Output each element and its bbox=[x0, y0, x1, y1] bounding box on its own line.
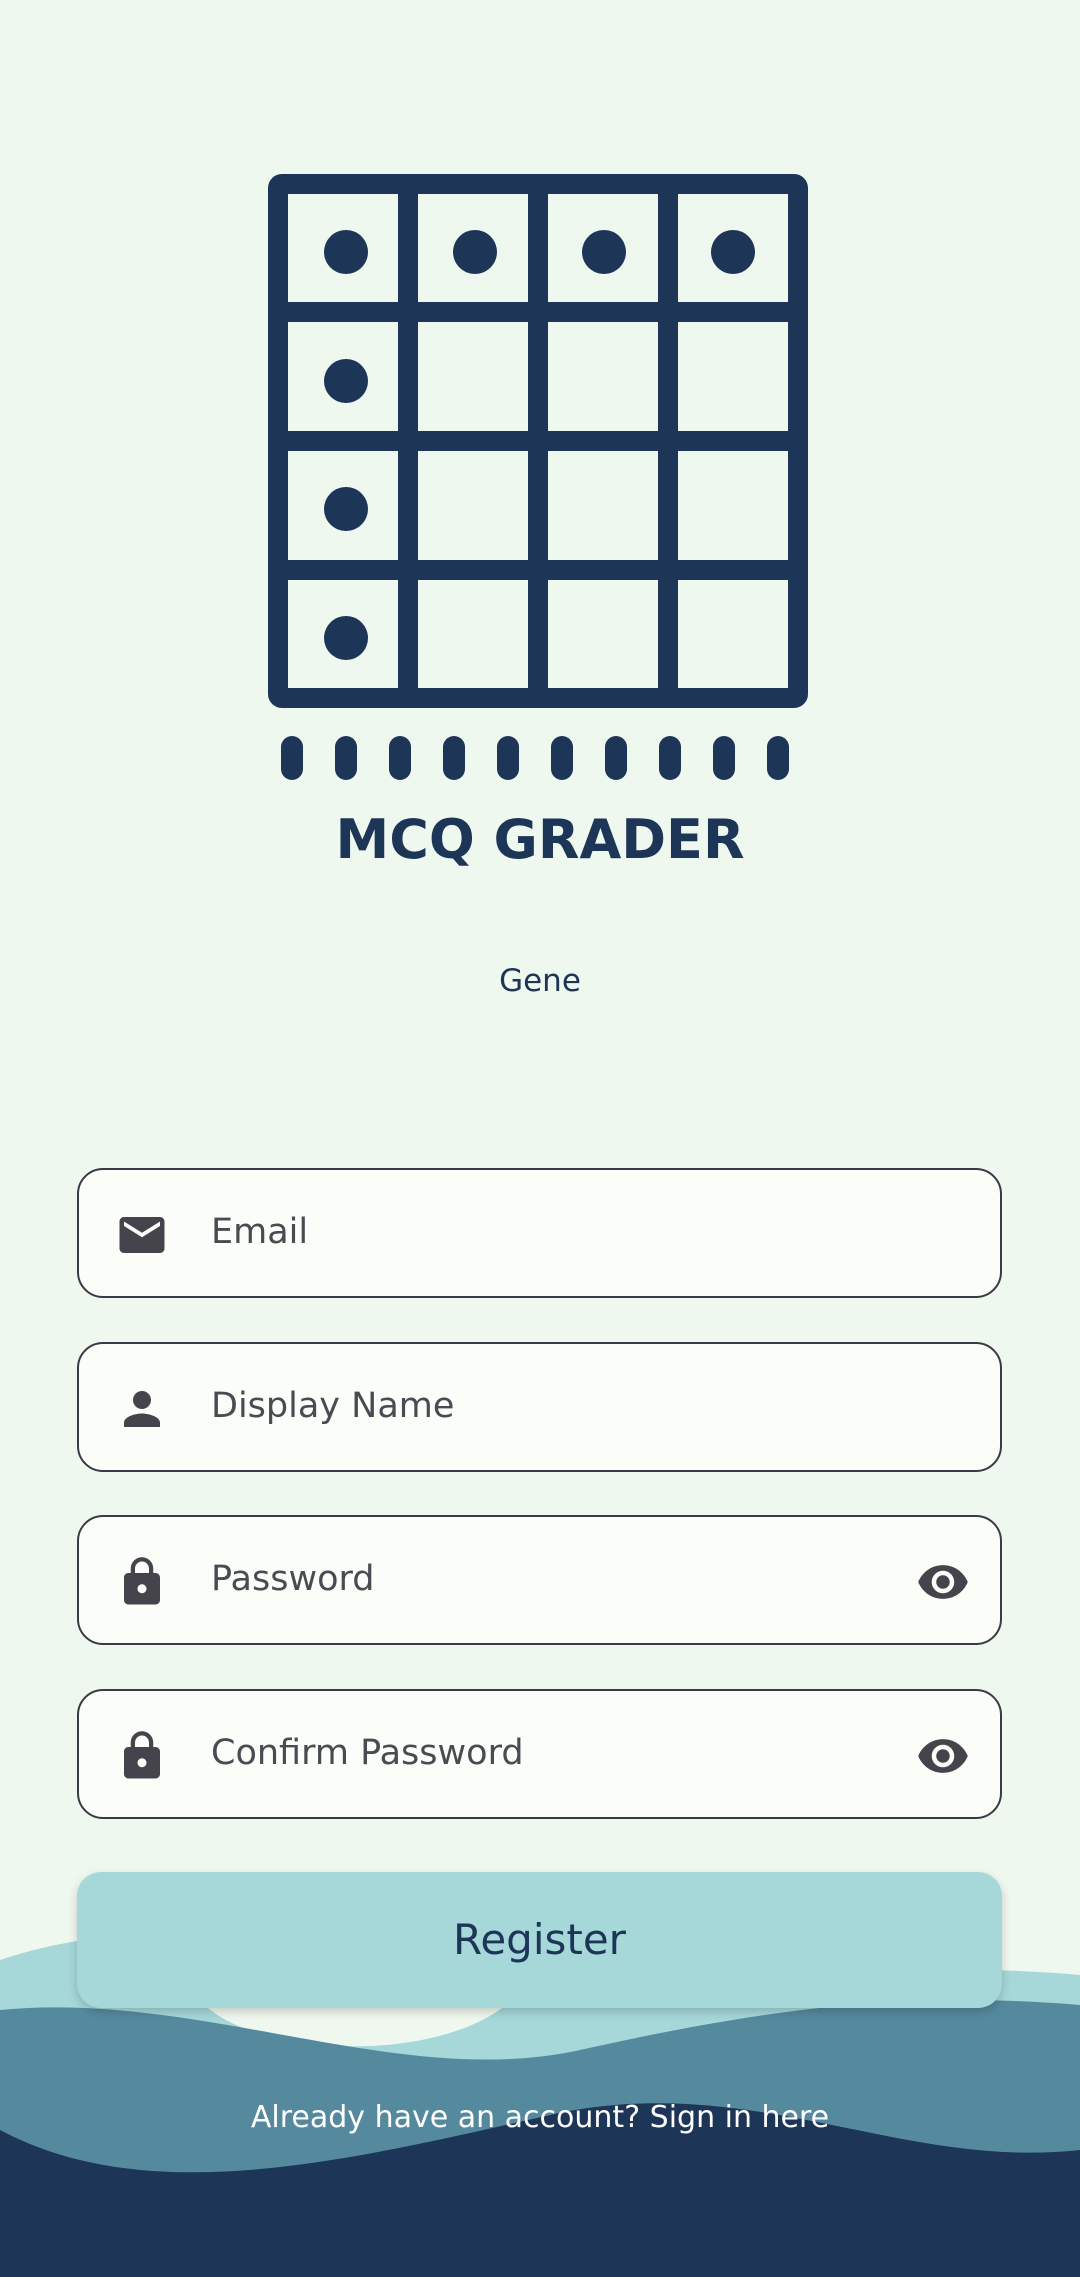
confirm-password-field[interactable]: Confirm Password bbox=[77, 1689, 1002, 1819]
register-button[interactable]: Register bbox=[77, 1872, 1002, 2008]
app-logo bbox=[268, 174, 808, 780]
app-title: MCQ GRADER bbox=[335, 808, 745, 871]
eye-icon[interactable] bbox=[914, 1555, 972, 1609]
display-name-field[interactable]: Display Name bbox=[77, 1342, 1002, 1472]
lock-icon bbox=[124, 1731, 160, 1779]
signin-link[interactable]: Already have an account? Sign in here bbox=[0, 2100, 1080, 2135]
email-field[interactable]: Email bbox=[77, 1168, 1002, 1298]
password-placeholder: Password bbox=[211, 1559, 375, 1599]
app-subtitle: Gene bbox=[499, 963, 581, 999]
envelope-icon bbox=[119, 1217, 165, 1253]
display-name-placeholder: Display Name bbox=[211, 1386, 455, 1426]
password-field[interactable]: Password bbox=[77, 1515, 1002, 1645]
confirm-password-placeholder: Confirm Password bbox=[211, 1733, 524, 1773]
email-placeholder: Email bbox=[211, 1212, 309, 1252]
person-icon bbox=[124, 1391, 160, 1427]
lock-icon bbox=[124, 1557, 160, 1605]
eye-icon[interactable] bbox=[914, 1729, 972, 1783]
